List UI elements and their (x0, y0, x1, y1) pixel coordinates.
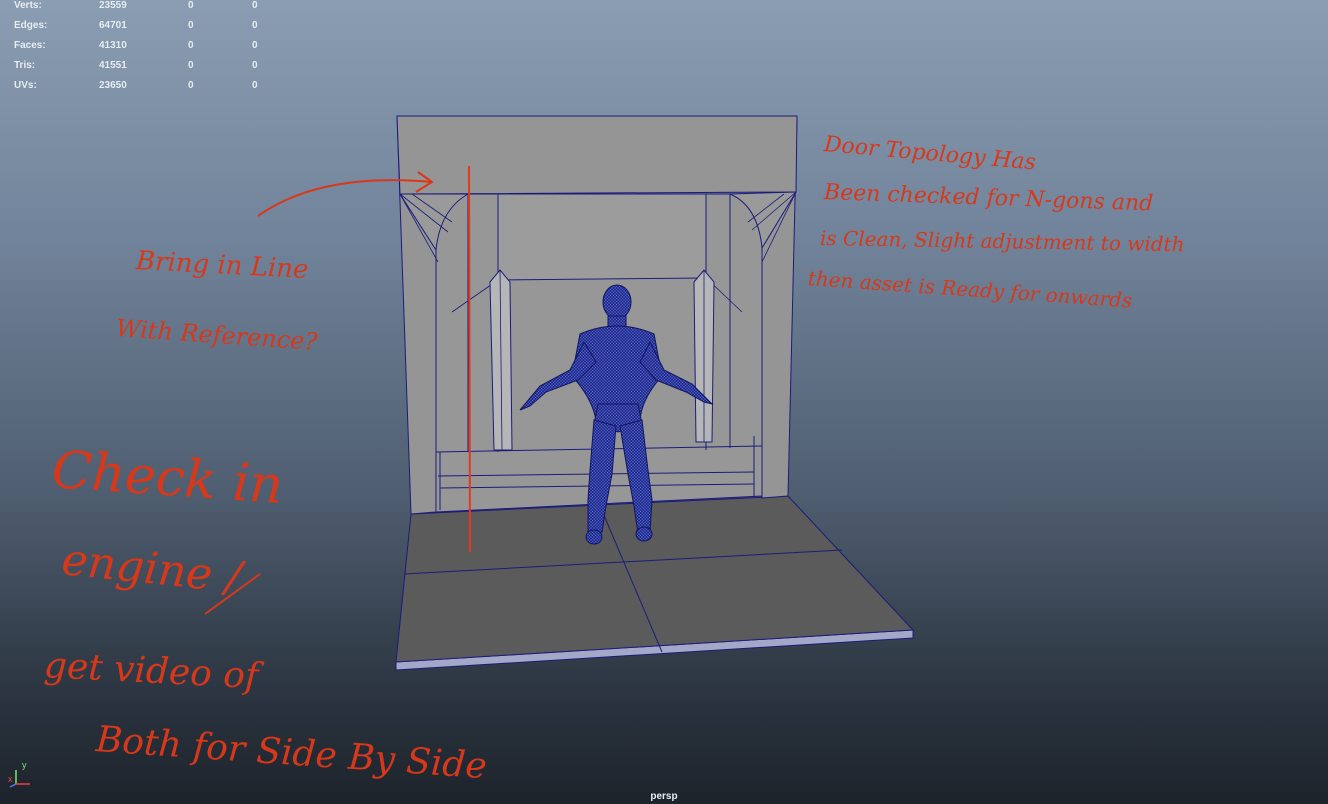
hud-component: 0 (252, 0, 258, 11)
hud-label: Faces: (14, 40, 46, 51)
annotation-note: get video of (42, 645, 260, 698)
axis-z-line (9, 783, 17, 788)
hud-component: 0 (252, 80, 258, 91)
hud-selected: 0 (188, 80, 194, 91)
hud-row-edges: Edges: 64701 0 0 (0, 20, 270, 32)
hud-component: 0 (252, 60, 258, 71)
annotation-note: Been checked for N-gons and (823, 180, 1154, 217)
annotation-notes: Bring in Line With Reference? Door Topol… (0, 0, 1328, 804)
hud-row-tris: Tris: 41551 0 0 (0, 60, 270, 72)
hud-selected: 0 (188, 20, 194, 31)
axis-x-label: x (8, 774, 13, 784)
hud-component: 0 (252, 20, 258, 31)
hud-label: Edges: (14, 20, 48, 31)
annotation-note: engine / (59, 534, 244, 604)
hud-row-uvs: UVs: 23650 0 0 (0, 80, 270, 92)
hud-total: 64701 (99, 20, 127, 31)
annotation-note: then asset is Ready for onwards (807, 266, 1133, 313)
hud-total: 23650 (99, 80, 127, 91)
annotation-note: is Clean, Slight adjustment to width (819, 226, 1185, 257)
annotation-note: Check in (49, 440, 285, 517)
hud-row-faces: Faces: 41310 0 0 (0, 40, 270, 52)
hud-total: 41551 (99, 60, 127, 71)
hud-selected: 0 (188, 40, 194, 51)
camera-name-label: persp (650, 791, 678, 802)
annotation-note: Bring in Line (135, 246, 310, 286)
viewport-perspective[interactable]: Bring in Line With Reference? Door Topol… (0, 0, 1328, 804)
annotation-note: Door Topology Has (822, 132, 1037, 176)
hud-label: Tris: (14, 60, 36, 71)
hud-label: Verts: (14, 0, 42, 11)
hud-label: UVs: (14, 80, 37, 91)
annotation-note: Both for Side By Side (94, 719, 489, 788)
hud-row-verts: Verts: 23559 0 0 (0, 0, 270, 12)
hud-total: 23559 (99, 0, 127, 11)
annotation-note: With Reference? (115, 314, 319, 357)
axis-gizmo: y x (8, 760, 30, 788)
hud-selected: 0 (188, 60, 194, 71)
hud-component: 0 (252, 40, 258, 51)
poly-count-hud: Verts: 23559 0 0 Edges: 64701 0 0 Faces:… (0, 0, 270, 100)
hud-selected: 0 (188, 0, 194, 11)
hud-total: 41310 (99, 40, 127, 51)
axis-y-label: y (22, 760, 27, 770)
